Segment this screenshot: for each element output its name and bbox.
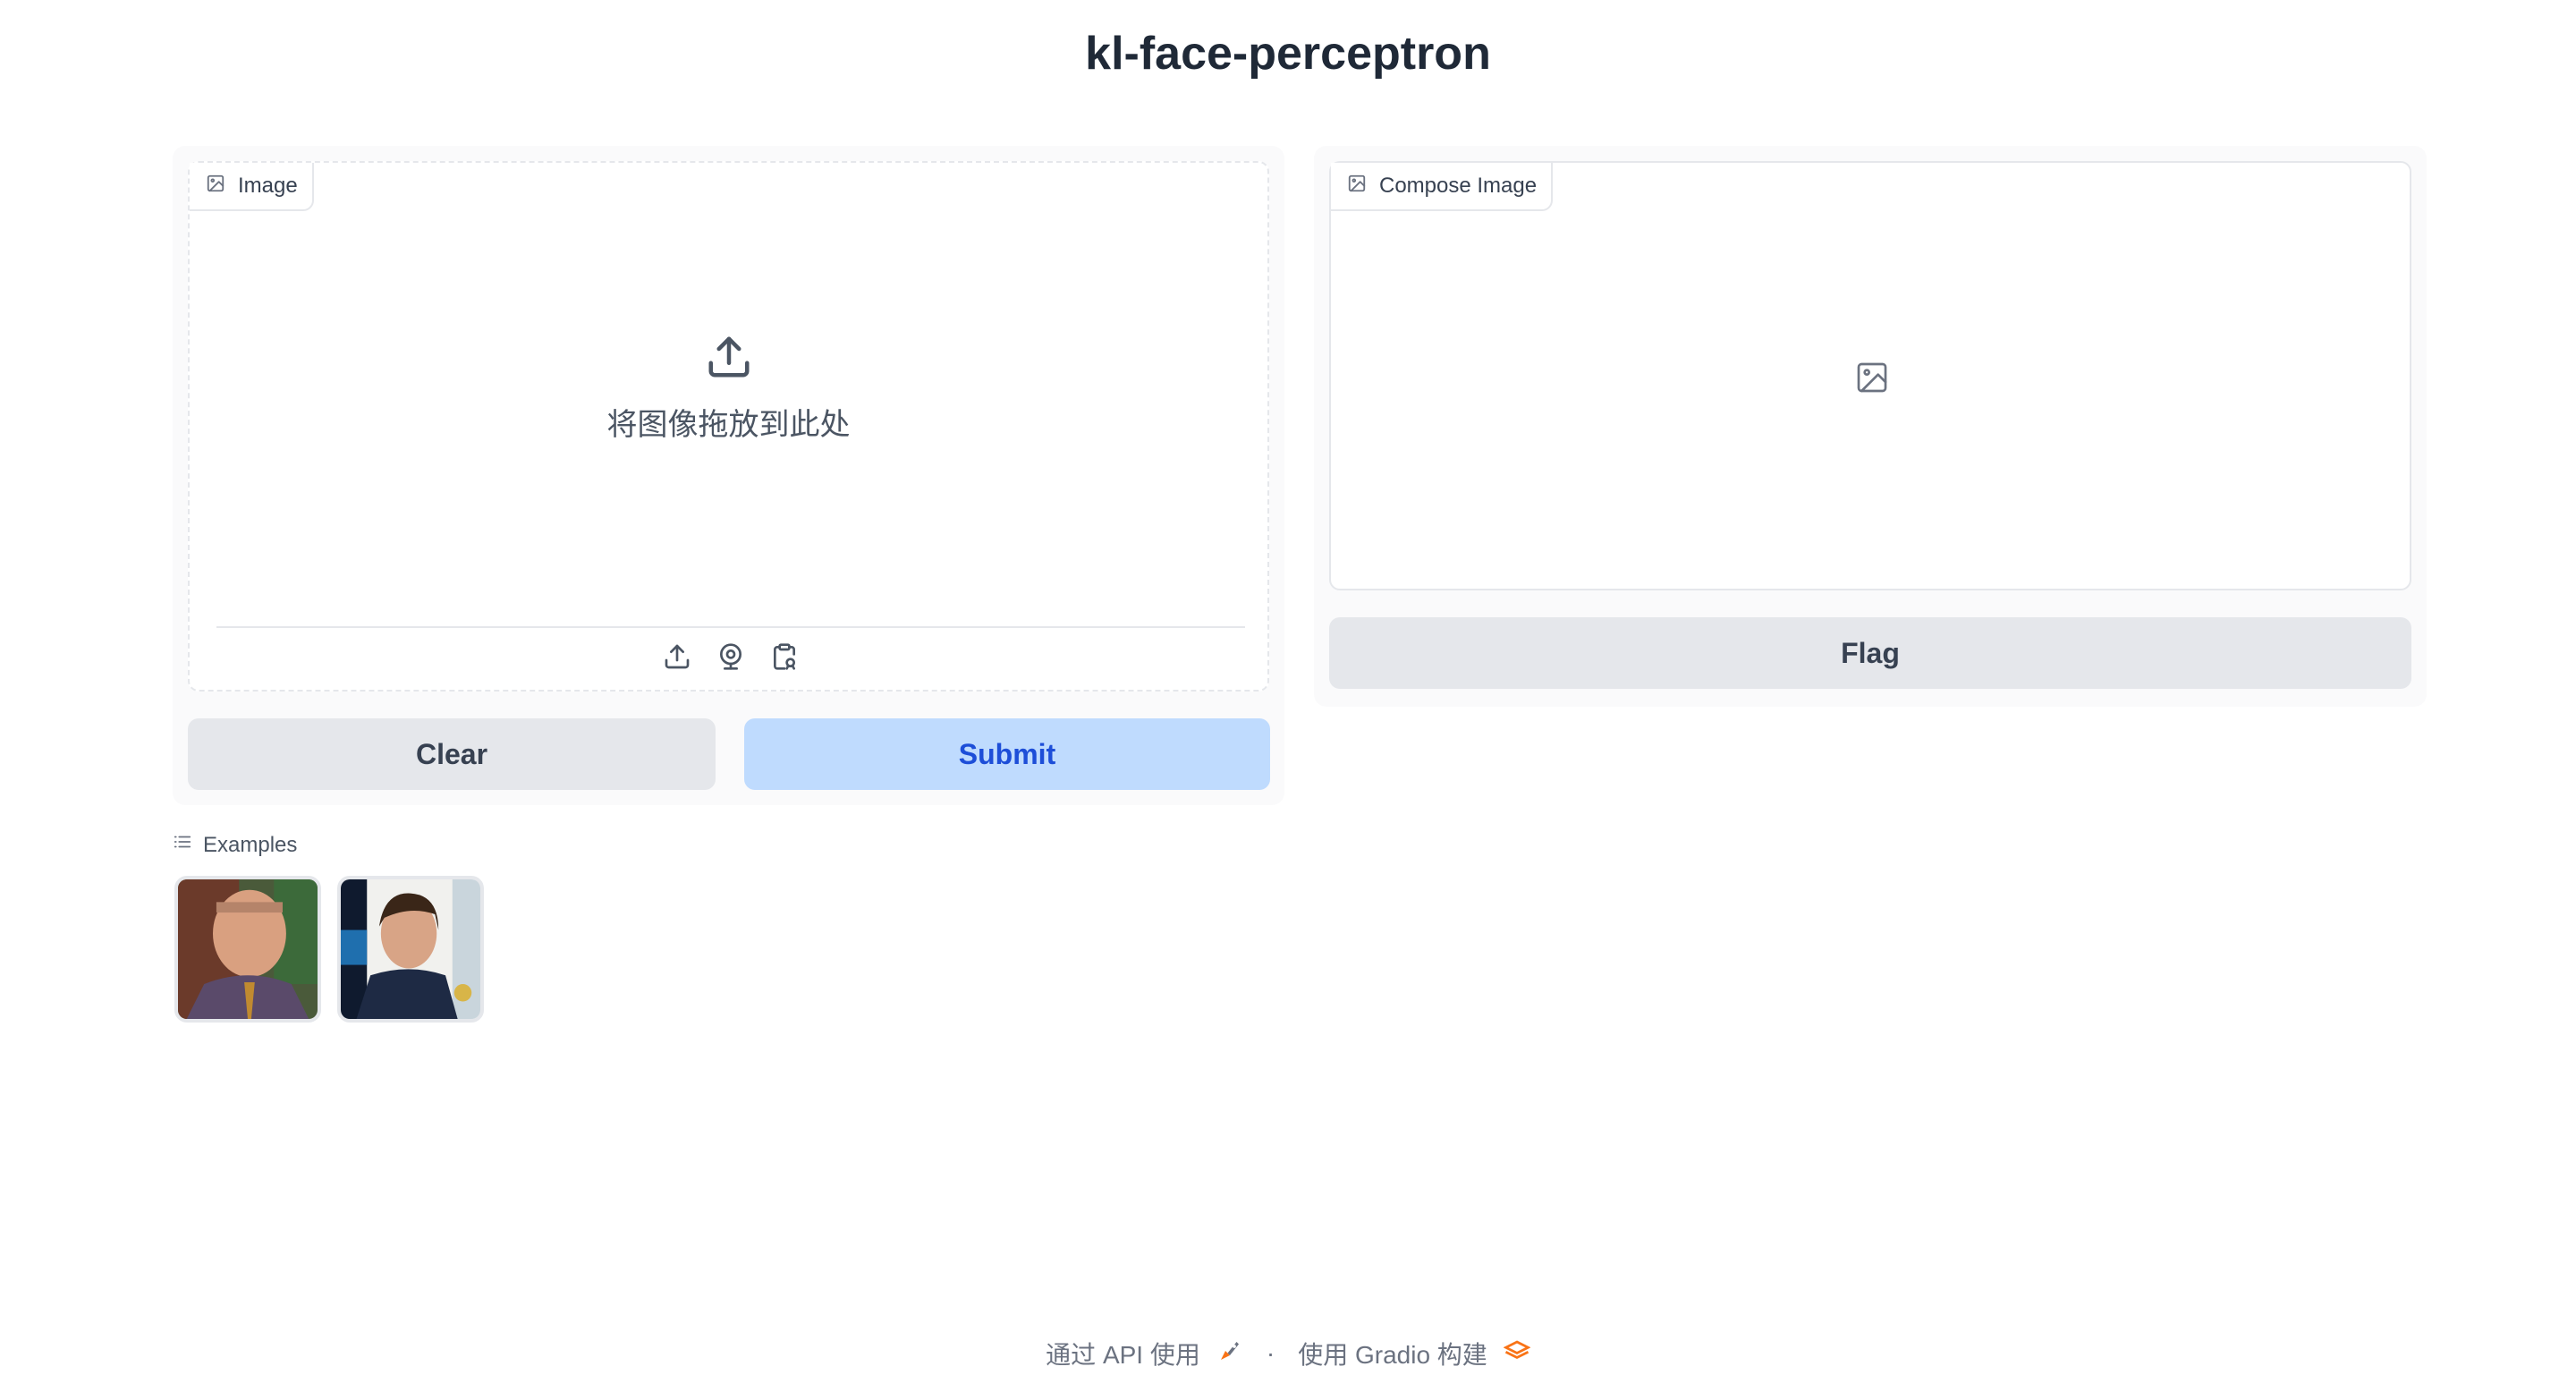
compose-image-label: Compose Image	[1331, 163, 1554, 211]
source-toolbar	[216, 626, 1245, 689]
gradio-logo-icon	[1503, 1337, 1531, 1371]
image-label: Image	[190, 163, 314, 211]
compose-image-output: Compose Image	[1329, 161, 2411, 590]
footer-separator: ·	[1266, 1339, 1275, 1367]
image-dropzone[interactable]: Image 将图像拖放到此处	[188, 161, 1269, 692]
image-icon	[206, 174, 225, 199]
upload-prompt[interactable]: 将图像拖放到此处	[190, 333, 1267, 444]
clear-button[interactable]: Clear	[188, 718, 716, 790]
gradio-link[interactable]: 使用 Gradio 构建	[1298, 1336, 1487, 1371]
footer: 通过 API 使用 · 使用 Gradio 构建	[0, 1336, 2576, 1371]
output-panel: Compose Image Flag	[1314, 146, 2427, 707]
page-title: kl-face-perceptron	[1085, 28, 1491, 80]
upload-icon[interactable]	[663, 642, 691, 675]
clipboard-icon[interactable]	[770, 642, 799, 675]
flag-button[interactable]: Flag	[1329, 617, 2411, 689]
drop-text: 将图像拖放到此处	[606, 408, 851, 442]
image-label-text: Image	[238, 174, 298, 198]
compose-image-label-text: Compose Image	[1379, 174, 1538, 198]
api-link[interactable]: 通过 API 使用	[1046, 1336, 1200, 1371]
examples-label: Examples	[203, 832, 298, 857]
webcam-icon[interactable]	[716, 642, 745, 675]
input-panel: Image 将图像拖放到此处 Clear Submit	[173, 146, 1284, 805]
examples-header: Examples	[173, 832, 297, 858]
example-thumbnail-1[interactable]	[174, 876, 321, 1023]
example-thumbnail-2[interactable]	[337, 876, 484, 1023]
rocket-icon	[1216, 1337, 1243, 1371]
submit-button[interactable]: Submit	[744, 718, 1270, 790]
list-icon	[173, 832, 192, 858]
image-icon	[1347, 174, 1367, 199]
empty-image-icon	[1854, 360, 1890, 395]
upload-arrow-icon	[705, 333, 753, 386]
